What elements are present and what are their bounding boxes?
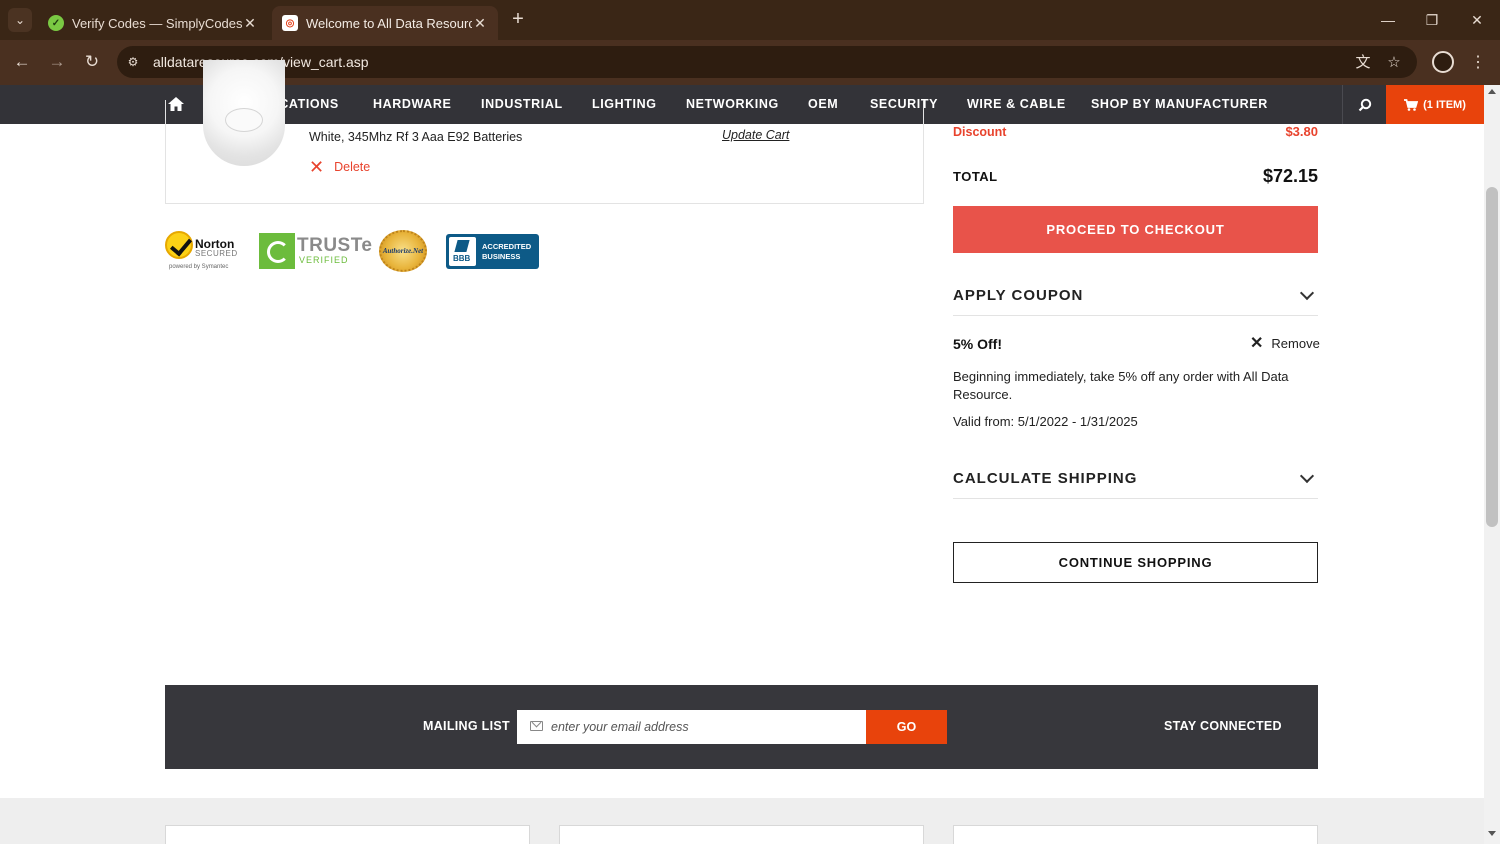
bbb-accredited-badge[interactable]: BBB ACCREDITED BUSINESS: [446, 234, 539, 269]
cart-button[interactable]: (1 ITEM): [1386, 85, 1484, 124]
norton-check-icon: [165, 231, 193, 259]
norton-secured-badge[interactable]: Norton SECURED powered by Symantec: [165, 231, 243, 273]
coupon-validity: Valid from: 5/1/2022 - 1/31/2025: [953, 414, 1138, 429]
delete-x-icon: ✕: [309, 157, 325, 177]
truste-name: TRUSTe: [297, 235, 373, 256]
browser-tab-bar: ⌄ ✓ Verify Codes — SimplyCodes ✕ ◎ Welco…: [0, 0, 1500, 40]
shopping-cart-icon: [1404, 98, 1419, 111]
nav-wire-cable[interactable]: WIRE & CABLE: [967, 85, 1066, 124]
truste-verified-badge[interactable]: TRUSTe VERIFIED: [259, 233, 372, 269]
chevron-down-icon: [1299, 285, 1315, 300]
email-input[interactable]: [551, 710, 861, 744]
reload-icon[interactable]: ↻: [82, 52, 102, 72]
window-close-icon[interactable]: ✕: [1467, 10, 1487, 30]
stay-connected-label: STAY CONNECTED: [1164, 719, 1282, 733]
product-image[interactable]: [203, 60, 285, 166]
footer-column: [165, 825, 530, 844]
authorize-net-seal[interactable]: Authorize.Net: [379, 230, 427, 272]
tab-title: Welcome to All Data Resource: [306, 15, 472, 31]
email-field[interactable]: [517, 710, 866, 744]
footer-column: [953, 825, 1318, 844]
bookmark-star-icon[interactable]: ☆: [1385, 54, 1403, 72]
close-icon: ✕: [1250, 334, 1264, 352]
scroll-down-arrow-icon[interactable]: [1488, 831, 1496, 836]
minimize-icon[interactable]: —: [1378, 10, 1398, 30]
truste-verified-text: VERIFIED: [299, 255, 349, 265]
bbb-seal-text: BBB: [453, 254, 471, 263]
update-cart-link[interactable]: Update Cart: [722, 128, 789, 142]
alldataresource-favicon-icon: ◎: [282, 15, 298, 31]
search-icon: [1358, 98, 1372, 112]
tab-search-chevron-icon[interactable]: ⌄: [8, 8, 32, 32]
restore-icon[interactable]: ❐: [1422, 10, 1442, 30]
page-scrollbar[interactable]: [1484, 85, 1500, 844]
delete-item-button[interactable]: ✕ Delete: [309, 157, 371, 177]
scroll-up-arrow-icon[interactable]: [1488, 89, 1496, 94]
bbb-torch-icon: BBB: [449, 237, 476, 266]
coupon-name: 5% Off!: [953, 336, 1002, 352]
discount-value: $3.80: [1285, 124, 1318, 139]
apply-coupon-toggle[interactable]: APPLY COUPON: [953, 276, 1318, 316]
site-info-icon[interactable]: ⚙: [125, 54, 141, 70]
calculate-shipping-label: CALCULATE SHIPPING: [953, 470, 1138, 487]
total-label: TOTAL: [953, 169, 998, 184]
go-button[interactable]: GO: [866, 710, 947, 744]
nav-shop-by-manufacturer[interactable]: SHOP BY MANUFACTURER: [1091, 85, 1268, 124]
profile-avatar-icon[interactable]: [1432, 51, 1454, 73]
product-name[interactable]: White, 345Mhz Rf 3 Aaa E92 Batteries: [309, 130, 522, 144]
mailing-list-bar: MAILING LIST GO STAY CONNECTED: [165, 685, 1318, 769]
new-tab-plus-icon[interactable]: +: [508, 9, 528, 29]
cart-count: (1 ITEM): [1423, 98, 1466, 111]
total-row: TOTAL $72.15: [953, 166, 1318, 187]
remove-coupon-button[interactable]: ✕ Remove: [1250, 334, 1320, 352]
discount-row: Discount $3.80: [953, 124, 1318, 139]
total-value: $72.15: [1262, 166, 1318, 186]
tab-close-icon[interactable]: ✕: [242, 15, 258, 32]
cart-item-card: White, 345Mhz Rf 3 Aaa E92 Batteries Upd…: [165, 60, 924, 204]
bbb-line1: ACCREDITED: [482, 242, 532, 251]
coupon-description: Beginning immediately, take 5% off any o…: [953, 369, 1289, 402]
search-button[interactable]: [1342, 85, 1386, 124]
tab-close-icon[interactable]: ✕: [472, 15, 488, 32]
apply-coupon-label: APPLY COUPON: [953, 287, 1084, 304]
forward-arrow-icon[interactable]: →: [47, 52, 67, 72]
chevron-down-icon: [1299, 468, 1315, 483]
delete-label: Delete: [334, 160, 371, 174]
address-bar[interactable]: ⚙ alldataresource.com/view_cart.asp 文 ☆: [117, 46, 1417, 78]
browser-menu-icon[interactable]: ⋮: [1470, 52, 1486, 72]
footer-column: [559, 825, 924, 844]
tab-title: Verify Codes — SimplyCodes: [72, 15, 242, 31]
scrollbar-thumb[interactable]: [1486, 187, 1498, 527]
bbb-line2: BUSINESS: [482, 252, 521, 261]
continue-shopping-button[interactable]: CONTINUE SHOPPING: [953, 542, 1318, 583]
translate-icon[interactable]: 文: [1354, 54, 1372, 72]
envelope-icon: [530, 721, 543, 731]
simplycodes-favicon-icon: ✓: [48, 15, 64, 31]
back-arrow-icon[interactable]: ←: [12, 52, 32, 72]
norton-secured-text: SECURED: [195, 249, 238, 258]
browser-tab-simplycodes[interactable]: ✓ Verify Codes — SimplyCodes ✕: [38, 6, 268, 40]
remove-label: Remove: [1271, 336, 1320, 351]
norton-powered-text: powered by Symantec: [169, 264, 229, 270]
mailing-list-label: MAILING LIST: [423, 719, 510, 733]
authnet-name: Authorize.Net: [382, 247, 424, 255]
browser-tab-alldataresource[interactable]: ◎ Welcome to All Data Resource ✕: [272, 6, 498, 40]
discount-label: Discount: [953, 124, 1007, 139]
proceed-to-checkout-button[interactable]: PROCEED TO CHECKOUT: [953, 206, 1318, 253]
calculate-shipping-toggle[interactable]: CALCULATE SHIPPING: [953, 459, 1318, 499]
truste-logo-icon: [259, 233, 295, 269]
